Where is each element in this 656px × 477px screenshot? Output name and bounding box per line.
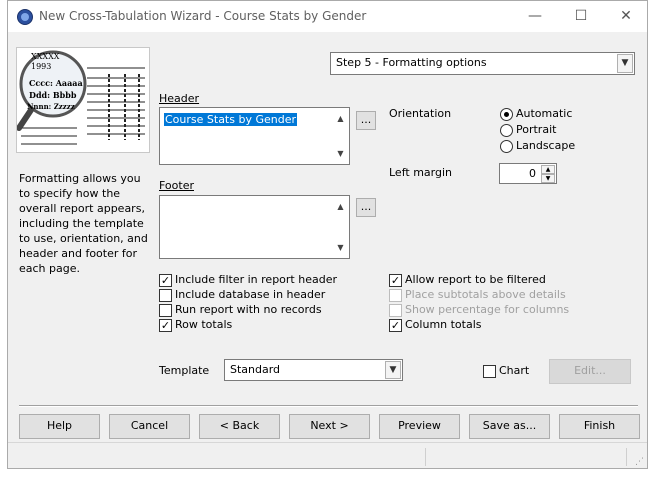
illus-line2: 1993 xyxy=(31,62,52,71)
scroll-down-icon[interactable]: ▼ xyxy=(332,145,349,162)
chart-checkbox[interactable] xyxy=(483,365,496,378)
left-margin-spinner[interactable]: 0 ▲ ▼ xyxy=(499,163,557,184)
status-divider xyxy=(626,448,627,466)
column-totals-checkbox[interactable]: ✓ xyxy=(389,319,402,332)
spin-up-icon[interactable]: ▲ xyxy=(541,165,555,174)
allow-filtered-label[interactable]: Allow report to be filtered xyxy=(405,273,546,286)
minimize-button[interactable]: — xyxy=(512,1,558,32)
subtotals-above-checkbox xyxy=(389,289,402,302)
status-divider xyxy=(425,448,426,466)
radio-automatic-label[interactable]: Automatic xyxy=(516,107,572,120)
close-button[interactable]: ✕ xyxy=(603,1,649,32)
wizard-window: New Cross-Tabulation Wizard - Course Sta… xyxy=(7,0,648,469)
back-button[interactable]: < Back xyxy=(199,414,280,439)
illus-line4: Ddd: Bbbb xyxy=(29,90,77,100)
footer-ellipsis-button[interactable]: ... xyxy=(356,198,376,217)
scroll-up-icon[interactable]: ▲ xyxy=(332,198,349,215)
header-scrollbar[interactable]: ▲ ▼ xyxy=(332,108,349,164)
orientation-label: Orientation xyxy=(389,107,452,120)
chevron-down-icon[interactable]: ▼ xyxy=(617,54,633,73)
scroll-up-icon[interactable]: ▲ xyxy=(332,110,349,127)
radio-landscape-label[interactable]: Landscape xyxy=(516,139,575,152)
include-database-label[interactable]: Include database in header xyxy=(175,288,325,301)
radio-portrait-label[interactable]: Portrait xyxy=(516,123,556,136)
report-illustration: XXXXX 1993 Cccc: Aaaaa Ddd: Bbbb Nnnn: Z… xyxy=(16,47,150,153)
illus-line3: Cccc: Aaaaa xyxy=(29,78,83,88)
row-totals-checkbox[interactable]: ✓ xyxy=(159,319,172,332)
header-text[interactable]: Course Stats by Gender xyxy=(164,113,298,126)
include-filter-label[interactable]: Include filter in report header xyxy=(175,273,337,286)
header-memo[interactable]: Course Stats by Gender ▲ ▼ xyxy=(159,107,350,165)
run-no-records-checkbox[interactable] xyxy=(159,304,172,317)
chevron-down-icon[interactable]: ▼ xyxy=(385,361,401,379)
resize-grip-icon[interactable]: ⋰ xyxy=(635,457,644,467)
include-filter-checkbox[interactable]: ✓ xyxy=(159,274,172,287)
illus-line1: XXXXX xyxy=(31,52,60,61)
help-button[interactable]: Help xyxy=(19,414,100,439)
allow-filtered-checkbox[interactable]: ✓ xyxy=(389,274,402,287)
header-label: Header xyxy=(159,92,200,105)
footer-memo[interactable]: ▲ ▼ xyxy=(159,195,350,259)
footer-label: Footer xyxy=(159,179,194,192)
left-margin-label: Left margin xyxy=(389,166,452,179)
maximize-button[interactable]: ☐ xyxy=(558,1,604,32)
header-ellipsis-button[interactable]: ... xyxy=(356,111,376,130)
subtotals-above-label: Place subtotals above details xyxy=(405,288,566,301)
template-select[interactable]: Standard ▼ xyxy=(224,359,403,381)
status-bar xyxy=(8,442,647,470)
template-label: Template xyxy=(159,364,210,377)
preview-button[interactable]: Preview xyxy=(379,414,460,439)
spin-down-icon[interactable]: ▼ xyxy=(541,174,555,183)
step-description: Formatting allows you to specify how the… xyxy=(19,172,148,275)
show-percentage-checkbox xyxy=(389,304,402,317)
row-totals-label[interactable]: Row totals xyxy=(175,318,232,331)
cancel-button[interactable]: Cancel xyxy=(109,414,190,439)
title-bar[interactable]: New Cross-Tabulation Wizard - Course Sta… xyxy=(8,1,647,32)
scroll-down-icon[interactable]: ▼ xyxy=(332,239,349,256)
save-as-button[interactable]: Save as... xyxy=(469,414,550,439)
template-select-value: Standard xyxy=(230,363,281,376)
show-percentage-label: Show percentage for columns xyxy=(405,303,570,316)
include-database-checkbox[interactable] xyxy=(159,289,172,302)
column-totals-label[interactable]: Column totals xyxy=(405,318,482,331)
illus-line5: Nnnn: Zzzzz xyxy=(27,102,75,111)
run-no-records-label[interactable]: Run report with no records xyxy=(175,303,322,316)
edit-button: Edit... xyxy=(549,359,631,384)
radio-portrait[interactable] xyxy=(500,124,513,137)
divider xyxy=(19,405,638,407)
next-button[interactable]: Next > xyxy=(289,414,370,439)
finish-button[interactable]: Finish xyxy=(559,414,640,439)
left-margin-value[interactable]: 0 xyxy=(529,167,536,180)
step-select[interactable]: Step 5 - Formatting options ▼ xyxy=(330,52,635,75)
radio-automatic[interactable] xyxy=(500,108,513,121)
window-title: New Cross-Tabulation Wizard - Course Sta… xyxy=(39,9,367,23)
radio-landscape[interactable] xyxy=(500,140,513,153)
chart-label[interactable]: Chart xyxy=(499,364,529,377)
app-icon xyxy=(17,9,33,25)
footer-scrollbar[interactable]: ▲ ▼ xyxy=(332,196,349,258)
step-select-value: Step 5 - Formatting options xyxy=(336,56,487,69)
